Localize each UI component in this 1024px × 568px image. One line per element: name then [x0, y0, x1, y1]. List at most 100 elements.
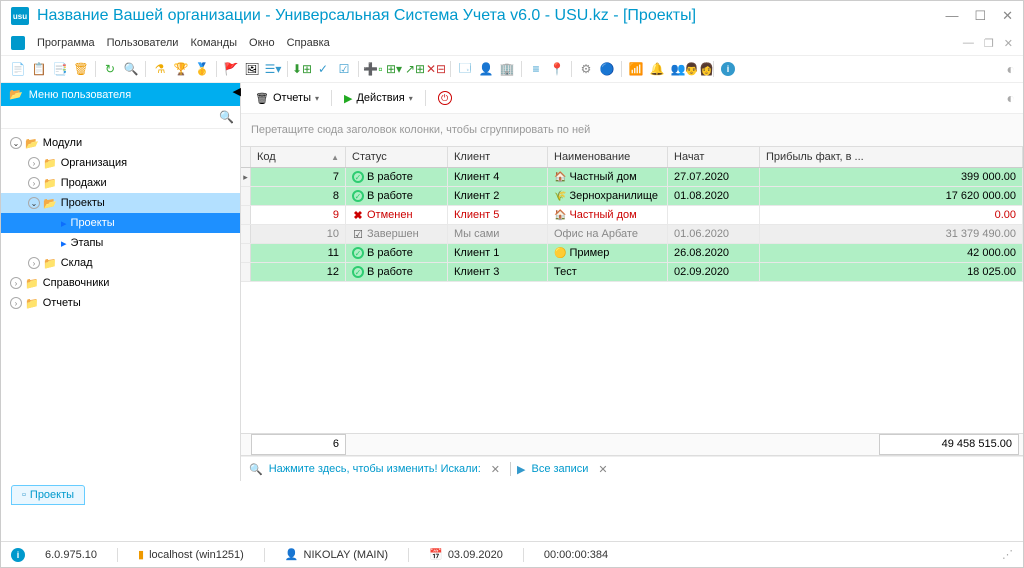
cell-status: ✓В работе [346, 244, 448, 262]
menu-help[interactable]: Справка [281, 34, 336, 52]
table-row[interactable]: 12✓В работеКлиент 3Тест02.09.202018 025.… [241, 263, 1023, 282]
status-version: 6.0.975.10 [45, 549, 97, 561]
tb-delete-icon[interactable]: 🗑 [72, 60, 90, 78]
actions-button[interactable]: ▶ Действия ▾ [338, 87, 419, 109]
main-area: 📂 Меню пользователя ◀ 🔍 ⌄📂Модули›📁Органи… [1, 83, 1023, 481]
mdi-restore-button[interactable]: ❐ [984, 37, 994, 50]
col-name[interactable]: Наименование [548, 147, 668, 167]
tb-edit-icon[interactable]: 📋 [30, 60, 48, 78]
tb-window-icon[interactable]: 🗔 [456, 60, 474, 78]
table-row[interactable]: 8✓В работеКлиент 2🌾Зернохранилище01.08.2… [241, 187, 1023, 206]
tree-item[interactable]: ▸Проекты [1, 213, 240, 233]
all-records-clear-button[interactable]: ✕ [594, 463, 611, 476]
search-icon[interactable]: 🔍 [219, 110, 234, 124]
tree-item[interactable]: ⌄📂Проекты [1, 193, 240, 213]
filter-search-icon[interactable]: 🔍 [249, 463, 263, 476]
tb-building-icon[interactable]: 🏢 [498, 60, 516, 78]
chevron-right-icon[interactable]: › [25, 157, 43, 169]
chevron-right-icon[interactable]: › [7, 297, 25, 309]
chevron-right-icon[interactable]: › [7, 277, 25, 289]
tb-info-icon[interactable]: i [719, 60, 737, 78]
tb-export-icon[interactable]: ↗⊞ [406, 60, 424, 78]
content-overflow-icon[interactable]: ◐ [1007, 90, 1015, 106]
cell-profit: 399 000.00 [760, 168, 1023, 186]
table-row[interactable]: 11✓В работеКлиент 1🟡Пример26.08.202042 0… [241, 244, 1023, 263]
tb-pin-icon[interactable]: 📍 [548, 60, 566, 78]
tb-color-icon[interactable]: 🔵 [598, 60, 616, 78]
tb-list-icon[interactable]: ☰▾ [264, 60, 282, 78]
tree-item[interactable]: ›📁Организация [1, 153, 240, 173]
folder-icon: 📁 [43, 257, 57, 270]
tb-filter-icon[interactable]: ⚗ [151, 60, 169, 78]
filter-clear-button[interactable]: ✕ [487, 463, 504, 476]
tree-item[interactable]: ⌄📂Модули [1, 133, 240, 153]
mdi-minimize-button[interactable]: — [963, 37, 974, 50]
power-button[interactable]: ⏻ [432, 87, 458, 109]
cell-code: 10 [251, 225, 346, 243]
tb-excel-icon[interactable]: ⊞▾ [385, 60, 403, 78]
close-button[interactable]: ✕ [1002, 8, 1013, 24]
table-row[interactable]: 10☑ЗавершенМы самиОфис на Арбате01.06.20… [241, 225, 1023, 244]
resize-grip-icon[interactable]: ⋰ [1002, 548, 1013, 561]
tb-bell-icon[interactable]: 🔔 [648, 60, 666, 78]
tb-image-icon[interactable]: 🖼 [243, 60, 261, 78]
chevron-down-icon[interactable]: ⌄ [25, 197, 43, 209]
tb-import-icon[interactable]: ⬇⊞ [293, 60, 311, 78]
tb-refresh-icon[interactable]: ↻ [101, 60, 119, 78]
menu-window[interactable]: Окно [243, 34, 281, 52]
tb-people2-icon[interactable]: 👨‍👩 [690, 60, 708, 78]
menu-commands[interactable]: Команды [184, 34, 243, 52]
tb-copy-icon[interactable]: 📑 [51, 60, 69, 78]
mdi-close-button[interactable]: ✕ [1004, 37, 1013, 50]
toolbar-overflow-icon[interactable]: ◐ [1007, 61, 1015, 77]
tb-gear-icon[interactable]: ⚙ [577, 60, 595, 78]
tb-removerow-icon[interactable]: ✕⊟ [427, 60, 445, 78]
menu-program[interactable]: Программа [31, 34, 101, 52]
tree-item-label: Продажи [61, 177, 107, 189]
grid-body[interactable]: ▸7✓В работеКлиент 4🏠Частный дом27.07.202… [241, 168, 1023, 433]
cell-date: 01.06.2020 [668, 225, 760, 243]
menu-users[interactable]: Пользователи [101, 34, 185, 52]
sidebar-collapse-button[interactable]: ◀ [233, 85, 241, 98]
cancel-status-icon: ✖ [352, 209, 364, 221]
tb-flag-icon[interactable]: 🚩 [222, 60, 240, 78]
tab-projects[interactable]: ▫ Проекты [11, 485, 85, 505]
group-by-hint[interactable]: Перетащите сюда заголовок колонки, чтобы… [241, 114, 1023, 147]
chevron-down-icon[interactable]: ⌄ [7, 137, 25, 149]
col-client[interactable]: Клиент [448, 147, 548, 167]
chevron-right-icon[interactable]: › [25, 177, 43, 189]
tb-trophy-icon[interactable]: 🏆 [172, 60, 190, 78]
tb-add-icon[interactable]: ➕▫ [364, 60, 382, 78]
folder-icon: 📁 [25, 277, 39, 290]
tree-item[interactable]: ›📁Склад [1, 253, 240, 273]
grid-header: Код▲ Статус Клиент Наименование Начат Пр… [241, 147, 1023, 168]
tree-item[interactable]: ›📁Справочники [1, 273, 240, 293]
all-records-link[interactable]: Все записи [531, 463, 588, 475]
tb-search-icon[interactable]: 🔍 [122, 60, 140, 78]
filter-edit-link[interactable]: Нажмите здесь, чтобы изменить! Искали: [269, 463, 481, 475]
cell-name: Тест [548, 263, 668, 281]
minimize-button[interactable]: — [945, 8, 958, 24]
tb-checkall-icon[interactable]: ☑ [335, 60, 353, 78]
col-date[interactable]: Начат [668, 147, 760, 167]
window-controls: — ☐ ✕ [945, 8, 1013, 24]
tb-user-icon[interactable]: 👤 [477, 60, 495, 78]
tree-item[interactable]: ›📁Отчеты [1, 293, 240, 313]
col-status[interactable]: Статус [346, 147, 448, 167]
table-row[interactable]: ▸7✓В работеКлиент 4🏠Частный дом27.07.202… [241, 168, 1023, 187]
maximize-button[interactable]: ☐ [974, 8, 986, 24]
status-info[interactable]: i [11, 548, 25, 562]
tb-check-icon[interactable]: ✓ [314, 60, 332, 78]
reports-button[interactable]: 🗑 Отчеты ▾ [249, 87, 325, 109]
col-profit[interactable]: Прибыль факт, в ... [760, 147, 1023, 167]
chevron-right-icon[interactable]: › [25, 257, 43, 269]
tb-new-icon[interactable]: 📄 [9, 60, 27, 78]
table-row[interactable]: 9✖ОтмененКлиент 5🏠Частный дом0.00 [241, 206, 1023, 225]
tb-rss-icon[interactable]: 📶 [627, 60, 645, 78]
tb-path-icon[interactable]: ≡ [527, 60, 545, 78]
col-code[interactable]: Код▲ [251, 147, 346, 167]
tb-podium-icon[interactable]: 🥇 [193, 60, 211, 78]
tree-item[interactable]: ▸Этапы [1, 233, 240, 253]
tree-item[interactable]: ›📁Продажи [1, 173, 240, 193]
sidebar-header: 📂 Меню пользователя [1, 83, 240, 106]
